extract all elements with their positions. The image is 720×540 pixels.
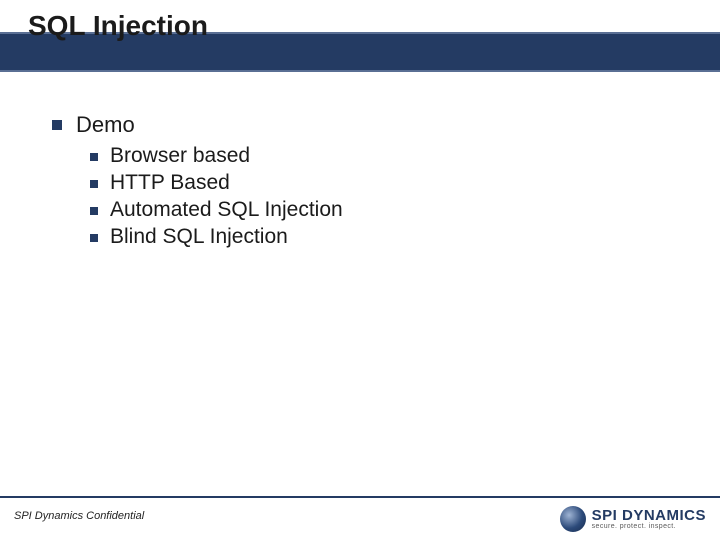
logo-sphere-icon [560, 506, 586, 532]
bullet-square-icon [52, 120, 62, 130]
slide: SQL Injection Demo Browser based HTTP Ba… [0, 0, 720, 540]
logo-name: SPI DYNAMICS [592, 508, 706, 523]
slide-title: SQL Injection [28, 10, 208, 42]
footer-logo: SPI DYNAMICS secure. protect. inspect. [560, 506, 706, 532]
sub-list: Browser based HTTP Based Automated SQL I… [90, 144, 680, 249]
list-item: Demo [52, 112, 680, 138]
footer-divider [0, 496, 720, 498]
list-item: Automated SQL Injection [90, 198, 680, 222]
list-item: HTTP Based [90, 171, 680, 195]
bullet-square-icon [90, 234, 98, 242]
logo-tagline: secure. protect. inspect. [592, 523, 706, 530]
slide-content: Demo Browser based HTTP Based Automated … [52, 112, 680, 249]
list-item-label: HTTP Based [110, 171, 230, 195]
list-item-label: Demo [76, 112, 135, 138]
bullet-square-icon [90, 153, 98, 161]
list-item: Browser based [90, 144, 680, 168]
bullet-square-icon [90, 207, 98, 215]
footer-confidential: SPI Dynamics Confidential [14, 510, 144, 522]
logo-text: SPI DYNAMICS secure. protect. inspect. [592, 508, 706, 530]
list-item-label: Browser based [110, 144, 250, 168]
list-item: Blind SQL Injection [90, 225, 680, 249]
list-item-label: Automated SQL Injection [110, 198, 343, 222]
list-item-label: Blind SQL Injection [110, 225, 288, 249]
bullet-square-icon [90, 180, 98, 188]
